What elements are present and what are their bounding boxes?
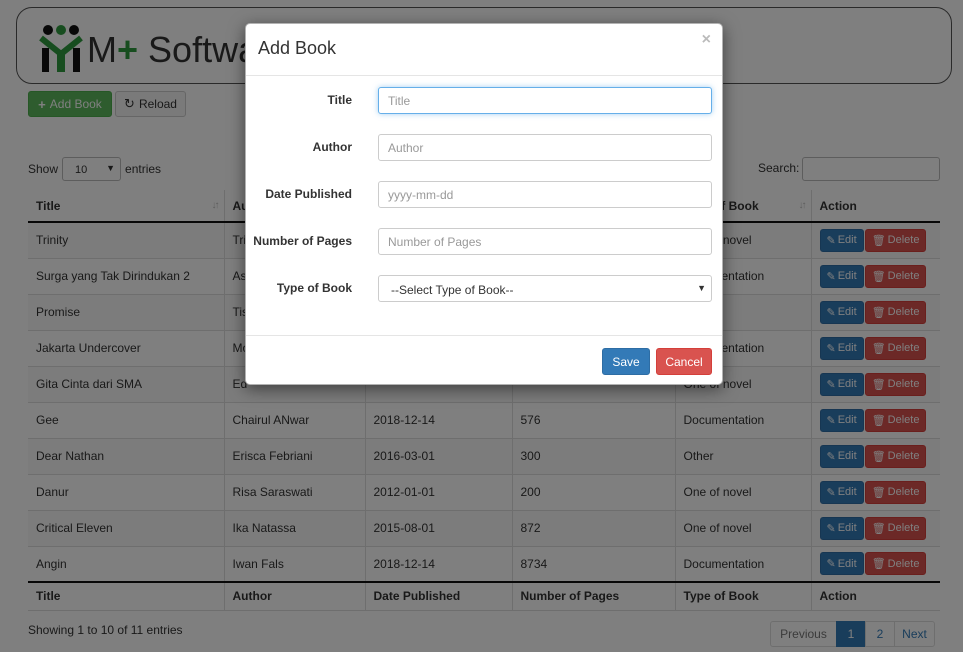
modal-title: Add Book <box>258 38 337 58</box>
date-published-input[interactable] <box>378 181 712 208</box>
close-icon[interactable]: × <box>702 31 711 49</box>
title-input[interactable] <box>378 87 712 114</box>
type-row: Type of Book --Select Type of Book-- ▼ <box>246 275 722 302</box>
author-input[interactable] <box>378 134 712 161</box>
author-row: Author <box>246 134 722 161</box>
author-label: Author <box>312 140 352 154</box>
cancel-button[interactable]: Cancel <box>656 348 712 375</box>
pages-row: Number of Pages <box>246 228 722 255</box>
number-of-pages-input[interactable] <box>378 228 712 255</box>
date-published-label: Date Published <box>265 187 352 201</box>
modal-header: Add Book × <box>246 24 722 76</box>
type-of-book-select[interactable]: --Select Type of Book-- ▼ <box>378 275 712 302</box>
number-of-pages-label: Number of Pages <box>253 234 352 248</box>
modal-footer: Save Cancel <box>246 335 722 385</box>
save-button[interactable]: Save <box>602 348 650 375</box>
title-row: Title <box>246 87 722 114</box>
title-label: Title <box>327 93 352 107</box>
type-of-book-label: Type of Book <box>276 281 352 295</box>
date-row: Date Published <box>246 181 722 208</box>
caret-down-icon: ▼ <box>697 283 706 293</box>
add-book-modal: Add Book × Title Author Date Published N… <box>245 23 723 385</box>
